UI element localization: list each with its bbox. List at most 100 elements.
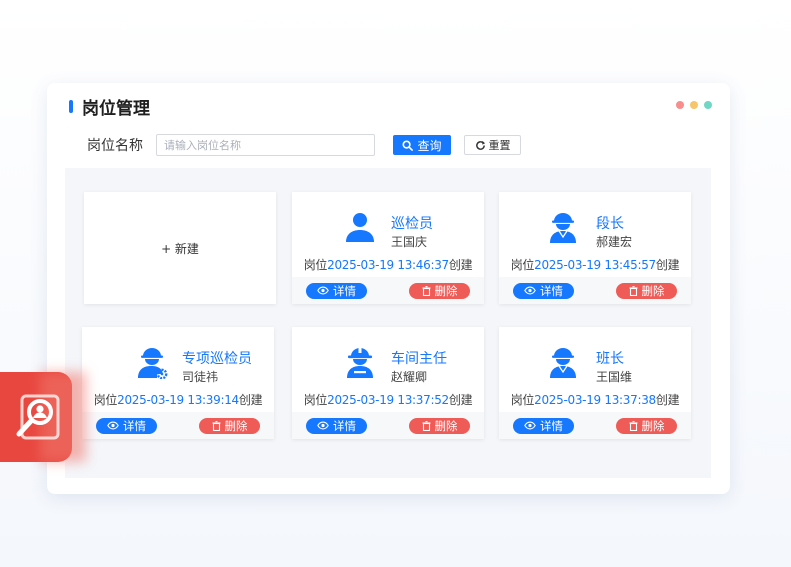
- title-row: 岗位管理: [69, 95, 150, 119]
- title-accent-bar: [69, 99, 73, 113]
- position-created-text: 岗位2025-03-19 13:46:37创建: [292, 256, 484, 273]
- page-title: 岗位管理: [82, 98, 150, 119]
- position-card-actions: 详情 删除: [499, 412, 691, 439]
- window-dot-green: [704, 101, 712, 109]
- delete-button[interactable]: 删除: [616, 417, 677, 434]
- window-dots: [676, 101, 712, 109]
- detail-button[interactable]: 详情: [96, 417, 157, 434]
- trash-icon: [629, 420, 637, 431]
- floating-search-user-icon[interactable]: [0, 372, 86, 462]
- trash-icon: [422, 285, 430, 296]
- created-date: 2025-03-19 13:46:37: [327, 258, 449, 272]
- created-suffix: 创建: [655, 258, 680, 272]
- engineer-gear-icon: [138, 348, 168, 379]
- query-button[interactable]: 查询: [393, 135, 451, 155]
- trash-icon: [212, 420, 220, 431]
- created-prefix: 岗位: [303, 258, 328, 272]
- eye-icon: [317, 286, 329, 295]
- position-name-label: 岗位名称: [87, 138, 143, 154]
- created-date: 2025-03-19 13:39:14: [117, 393, 239, 407]
- position-card-actions: 详情 删除: [82, 412, 274, 439]
- window-dot-red: [676, 101, 684, 109]
- position-card-header: 班长 王国维: [499, 327, 691, 387]
- delete-button[interactable]: 删除: [616, 282, 677, 299]
- add-position-label: + 新建: [161, 241, 199, 256]
- created-suffix: 创建: [655, 393, 680, 407]
- position-name: 段长: [596, 216, 624, 232]
- position-person: 赵耀卿: [391, 370, 428, 384]
- window-dot-yellow: [690, 101, 698, 109]
- detail-button[interactable]: 详情: [513, 282, 574, 299]
- position-person: 郝建宏: [596, 235, 633, 249]
- created-prefix: 岗位: [303, 393, 328, 407]
- position-card: 班长 王国维 岗位2025-03-19 13:37:38创建 详情 删除: [499, 327, 691, 439]
- position-person: 王国维: [596, 370, 633, 384]
- position-person: 王国庆: [391, 235, 428, 249]
- position-name-input[interactable]: [156, 134, 375, 156]
- reset-button[interactable]: 重置: [464, 135, 521, 155]
- eye-icon: [524, 421, 536, 430]
- detail-button-label: 详情: [333, 418, 356, 433]
- position-created-text: 岗位2025-03-19 13:37:38创建: [499, 391, 691, 408]
- search-icon: [402, 139, 414, 151]
- position-created-text: 岗位2025-03-19 13:39:14创建: [82, 391, 274, 408]
- created-prefix: 岗位: [510, 258, 535, 272]
- position-name: 车间主任: [391, 351, 447, 367]
- eye-icon: [107, 421, 119, 430]
- eye-icon: [524, 286, 536, 295]
- hardhat-worker-icon: [550, 348, 576, 378]
- construction-worker-icon: [347, 347, 373, 378]
- position-card: 巡检员 王国庆 岗位2025-03-19 13:46:37创建 详情 删除: [292, 192, 484, 304]
- detail-button-label: 详情: [540, 418, 563, 433]
- position-card: 专项巡检员 司徒祎 岗位2025-03-19 13:39:14创建 详情 删除: [82, 327, 274, 439]
- position-name: 巡检员: [391, 216, 433, 232]
- position-created-text: 岗位2025-03-19 13:37:52创建: [292, 391, 484, 408]
- delete-button-label: 删除: [641, 283, 665, 298]
- trash-icon: [629, 285, 637, 296]
- delete-button[interactable]: 删除: [199, 417, 260, 434]
- detail-button[interactable]: 详情: [306, 282, 367, 299]
- delete-button-label: 删除: [641, 418, 665, 433]
- position-card-actions: 详情 删除: [499, 277, 691, 304]
- position-card: 段长 郝建宏 岗位2025-03-19 13:45:57创建 详情 删除: [499, 192, 691, 304]
- delete-button-label: 删除: [224, 418, 248, 433]
- delete-button-label: 删除: [434, 283, 458, 298]
- position-card-header: 段长 郝建宏: [499, 192, 691, 252]
- detail-button-label: 详情: [333, 283, 356, 298]
- detail-button[interactable]: 详情: [513, 417, 574, 434]
- position-person: 司徒祎: [182, 370, 219, 384]
- position-card: 车间主任 赵耀卿 岗位2025-03-19 13:37:52创建 详情 删除: [292, 327, 484, 439]
- position-card-actions: 详情 删除: [292, 412, 484, 439]
- created-date: 2025-03-19 13:37:52: [327, 393, 449, 407]
- created-prefix: 岗位: [510, 393, 535, 407]
- position-card-actions: 详情 删除: [292, 277, 484, 304]
- filter-bar: 岗位名称 查询 重置: [87, 134, 521, 156]
- created-date: 2025-03-19 13:37:38: [534, 393, 656, 407]
- query-button-label: 查询: [417, 138, 442, 153]
- position-card-header: 车间主任 赵耀卿: [292, 327, 484, 387]
- position-created-text: 岗位2025-03-19 13:45:57创建: [499, 256, 691, 273]
- position-name: 专项巡检员: [182, 351, 252, 367]
- created-suffix: 创建: [238, 393, 263, 407]
- hardhat-worker-icon: [550, 213, 576, 243]
- created-date: 2025-03-19 13:45:57: [534, 258, 656, 272]
- position-name: 班长: [596, 351, 624, 367]
- delete-button-label: 删除: [434, 418, 458, 433]
- add-position-card[interactable]: + 新建: [84, 192, 276, 304]
- detail-button-label: 详情: [540, 283, 563, 298]
- delete-button[interactable]: 删除: [409, 282, 470, 299]
- created-prefix: 岗位: [93, 393, 118, 407]
- reset-button-label: 重置: [488, 139, 511, 152]
- detail-button-label: 详情: [123, 418, 146, 433]
- position-card-header: 专项巡检员 司徒祎: [82, 327, 274, 387]
- trash-icon: [422, 420, 430, 431]
- position-management-window: 岗位管理 岗位名称 查询 重置 + 新建: [47, 83, 730, 494]
- user-search-icon: [16, 394, 60, 440]
- created-suffix: 创建: [448, 393, 473, 407]
- delete-button[interactable]: 删除: [409, 417, 470, 434]
- refresh-icon: [475, 140, 485, 150]
- worker-icon: [346, 213, 374, 242]
- position-card-grid: + 新建 巡检员 王国庆 岗位2025-03-19 13:46:37创建 详情: [65, 168, 711, 478]
- created-suffix: 创建: [448, 258, 473, 272]
- detail-button[interactable]: 详情: [306, 417, 367, 434]
